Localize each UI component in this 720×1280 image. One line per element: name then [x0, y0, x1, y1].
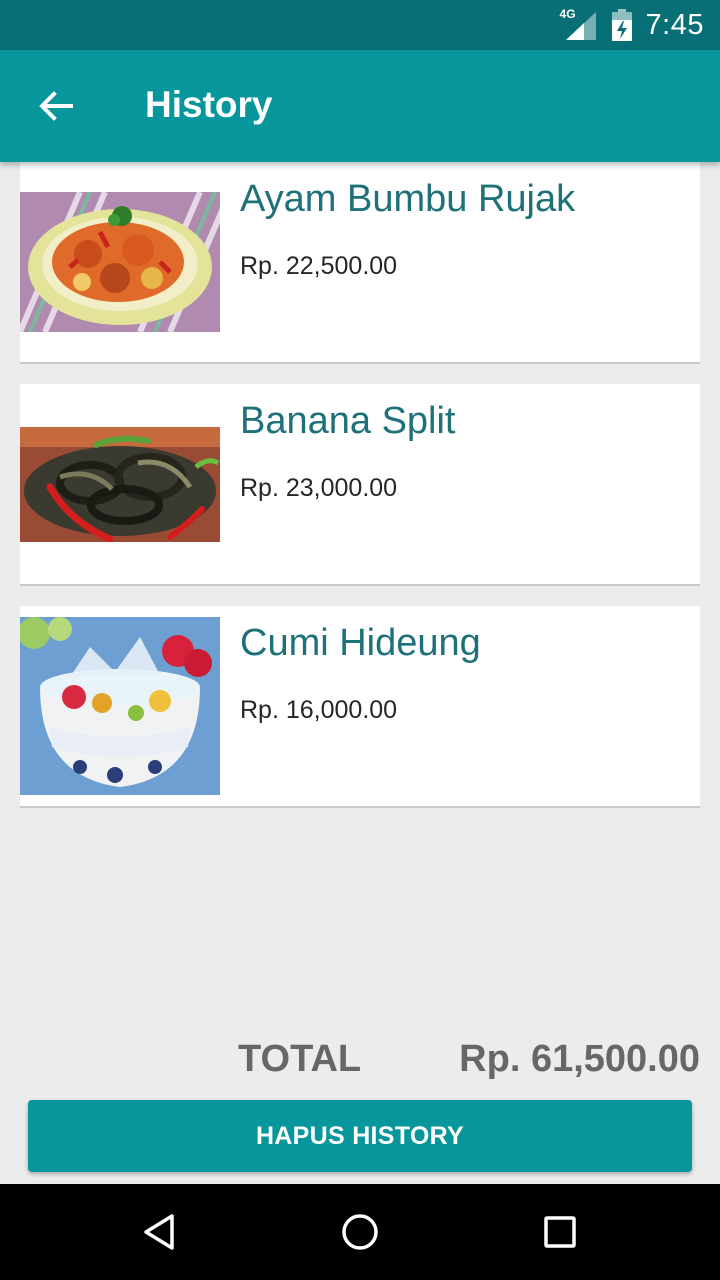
total-value: Rp. 61,500.00: [459, 1038, 700, 1080]
list-item[interactable]: Ayam Bumbu Rujak Rp. 22,500.00: [17, 162, 700, 364]
navigation-bar: [0, 1184, 720, 1280]
app-bar: History: [0, 50, 720, 162]
total-row: TOTAL Rp. 61,500.00: [0, 1038, 720, 1090]
status-bar: 4G 7:45: [0, 0, 720, 50]
nav-home-icon: [342, 1214, 378, 1250]
total-label: TOTAL: [238, 1038, 362, 1080]
page-title: History: [145, 84, 273, 125]
nav-back-icon: [144, 1214, 174, 1250]
squid-dish-photo: [20, 427, 220, 543]
nav-recents-icon: [544, 1216, 576, 1248]
list-item[interactable]: Banana Split Rp. 23,000.00: [20, 384, 700, 586]
arrow-back-icon: [39, 91, 73, 121]
item-price: Rp. 22,500.00: [240, 252, 398, 280]
battery-icon: [611, 9, 632, 41]
back-button[interactable]: [36, 86, 76, 126]
network-type: 4G: [559, 7, 576, 21]
item-price: Rp. 23,000.00: [240, 474, 398, 502]
item-name: Ayam Bumbu Rujak: [240, 178, 576, 220]
list-item[interactable]: Cumi Hideung Rp. 16,000.00: [18, 606, 700, 808]
item-price: Rp. 16,000.00: [240, 696, 398, 724]
fruit-ice-dessert-photo: [18, 617, 220, 795]
item-name: Cumi Hideung: [240, 622, 481, 664]
item-name: Banana Split: [240, 400, 456, 442]
history-list: Ayam Bumbu Rujak Rp. 22,500.00 Banana Sp…: [17, 162, 700, 808]
nav-home-button[interactable]: [336, 1208, 384, 1256]
signal-icon: 4G: [559, 7, 598, 40]
status-icons: 4G 7:45: [560, 0, 704, 50]
clock: 7:45: [645, 8, 704, 41]
nav-recents-button[interactable]: [536, 1208, 584, 1256]
clear-history-button[interactable]: HAPUS HISTORY: [28, 1100, 692, 1172]
chicken-dish-photo: [17, 190, 233, 334]
nav-back-button[interactable]: [136, 1208, 184, 1256]
